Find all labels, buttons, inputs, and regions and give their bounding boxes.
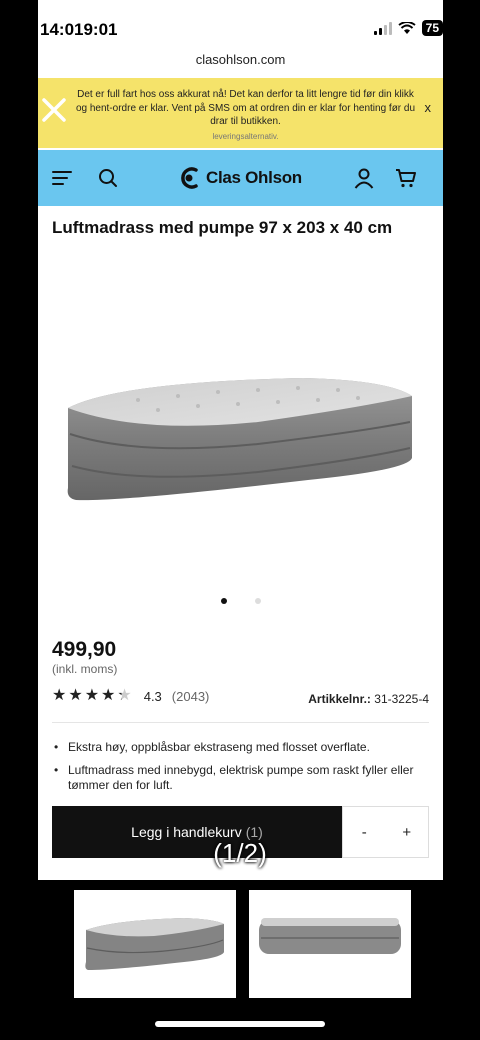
product-image-air-mattress[interactable] — [58, 360, 428, 520]
screen: 14:019:01 75 clasohlson.com Det er full … — [0, 0, 480, 1040]
site-header: Clas Ohlson — [38, 150, 443, 206]
rating-count[interactable]: (2043) — [172, 689, 210, 704]
increase-quantity-button[interactable]: + — [385, 807, 428, 857]
close-icon[interactable] — [40, 96, 68, 124]
rating-value: 4.3 — [143, 688, 162, 704]
url-bar[interactable]: clasohlson.com — [38, 52, 443, 67]
mattress-side-thumbnail — [259, 918, 401, 954]
cellular-signal-icon — [373, 21, 392, 35]
cart-icon[interactable] — [394, 166, 418, 190]
phone-viewport: 14:019:01 75 clasohlson.com Det er full … — [38, 0, 443, 880]
image-carousel-dots — [38, 598, 443, 604]
home-indicator[interactable] — [155, 1021, 325, 1027]
account-icon[interactable] — [352, 166, 376, 190]
star-icon: ★ — [101, 687, 116, 704]
article-number-value: 31-3225-4 — [374, 692, 429, 706]
vat-note: (inkl. moms) — [52, 662, 118, 676]
battery-icon: 75 — [421, 20, 443, 36]
star-icon: ★ — [84, 687, 100, 704]
article-number-label: Artikkelnr.: — [308, 692, 371, 706]
quantity-stepper: - + — [342, 806, 429, 858]
carousel-dot[interactable] — [254, 598, 261, 604]
logo-mark-icon — [181, 167, 198, 189]
gallery-counter: (1/2) — [213, 838, 267, 868]
search-icon[interactable] — [96, 166, 120, 190]
divider — [52, 722, 429, 723]
mattress-thumbnail — [85, 918, 224, 970]
banner-message: Det er full fart hos oss akkurat nå! Det… — [74, 88, 417, 143]
decrease-quantity-button[interactable]: - — [343, 807, 386, 857]
partial-star-icon: ★ — [117, 687, 132, 704]
feature-item: Ekstra høy, oppblåsbar ekstraseng med fl… — [52, 740, 427, 755]
carousel-dot[interactable] — [220, 598, 227, 604]
notice-banner: Det er full fart hos oss akkurat nå! Det… — [38, 78, 443, 148]
article-number: Artikkelnr.: 31-3225-4 — [308, 692, 429, 706]
clas-ohlson-logo[interactable]: Clas Ohlson — [178, 164, 302, 192]
thumbnail-image-1[interactable] — [74, 890, 236, 998]
banner-overflow-text: leveringsalternativ. — [212, 131, 279, 141]
status-bar: 14:019:01 75 — [38, 0, 443, 46]
wifi-icon — [398, 21, 416, 34]
product-rating[interactable]: ★ ★ ★ ★ ★ 4.3 (2043) — [52, 688, 209, 704]
star-icon: ★ — [52, 687, 67, 704]
logo-text: Clas Ohlson — [206, 168, 302, 187]
status-icons: 75 — [373, 20, 443, 36]
feature-item: Luftmadrass med innebygd, elektrisk pump… — [52, 763, 427, 793]
status-time: 14:019:01 — [40, 20, 118, 39]
product-features: Ekstra høy, oppblåsbar ekstraseng med fl… — [52, 740, 427, 801]
thumbnail-image-2[interactable] — [249, 890, 411, 998]
banner-close-button[interactable]: x — [425, 100, 432, 115]
product-price: 499,90 — [52, 638, 117, 661]
star-icon: ★ — [68, 687, 83, 704]
product-title: Luftmadrass med pumpe 97 x 203 x 40 cm — [52, 218, 393, 237]
menu-icon[interactable] — [50, 166, 74, 190]
